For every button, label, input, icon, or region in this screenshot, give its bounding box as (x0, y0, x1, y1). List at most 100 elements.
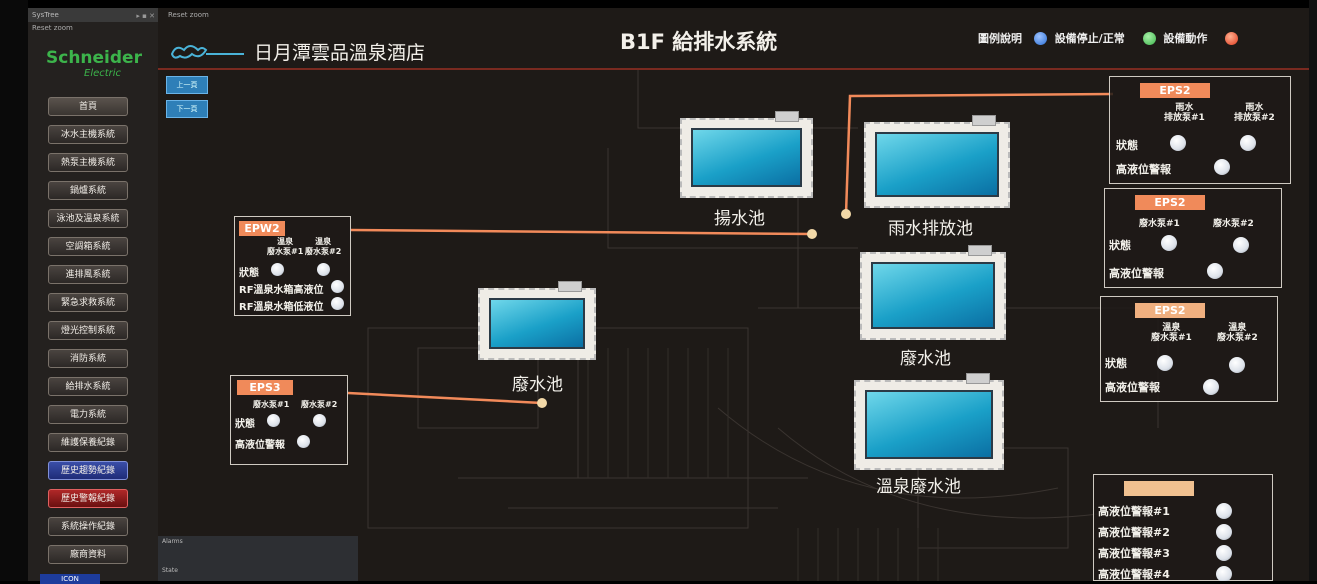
legend-normal-icon (1033, 31, 1047, 45)
alarm-list-item-3: 高液位警報#3 (1098, 547, 1170, 560)
tank-cap (558, 281, 582, 292)
tank-wastewater-2-label: 廢水池 (900, 349, 951, 369)
tank-cap (775, 111, 799, 122)
eps2-wastewater-pump1-status-icon[interactable] (1161, 235, 1177, 251)
alarm-list-item-2-icon[interactable] (1216, 524, 1232, 540)
tank-water (691, 128, 802, 187)
navigation-panel: SysTree ▸ ▪ ✕ Reset zoom Schneider Elect… (28, 8, 158, 584)
tank-water (489, 298, 585, 349)
page-header: 日月潭雲品溫泉酒店 B1F 給排水系統 圖例說明 設備停止/正常 設備動作 (158, 18, 1309, 70)
tank-wastewater-1-label: 廢水池 (512, 375, 563, 395)
tank-wastewater-1[interactable] (478, 281, 596, 360)
legend-running-text: 設備動作 (1163, 32, 1208, 45)
nav-pool-hotspring-system[interactable]: 泳池及溫泉系統 (48, 209, 128, 228)
bottom-logo: ICON (40, 574, 100, 584)
panel-window-controls[interactable]: ▸ ▪ ✕ (136, 9, 155, 23)
eps2-wastewater-alarm-label: 高液位警報 (1109, 267, 1164, 280)
eps-hotspring-pump1-status-icon[interactable] (1157, 355, 1173, 371)
tank-cap (966, 373, 990, 384)
eps3-pump1-status-icon[interactable] (267, 414, 280, 427)
tank-rainwater[interactable] (864, 115, 1010, 208)
tank-water (865, 390, 993, 459)
nav-chiller-system[interactable]: 冰水主機系統 (48, 125, 128, 144)
alarm-list-panel: 高液位警報#1 高液位警報#2 高液位警報#3 高液位警報#4 (1093, 474, 1273, 581)
eps2-rainwater-pump1-label: 雨水 排放泵#1 (1164, 103, 1205, 123)
eps2-rainwater-pump2-label: 雨水 排放泵#2 (1234, 103, 1275, 123)
alarms-bar: Alarms State (158, 536, 358, 581)
eps-hotspring-pump2-status-icon[interactable] (1229, 357, 1245, 373)
legend-label: 圖例說明 (978, 32, 1022, 45)
eps2-wastewater-status-label: 狀態 (1109, 239, 1131, 252)
epw2-pump2-label: 溫泉 廢水泵#2 (305, 237, 342, 256)
eps3-alarm-icon[interactable] (297, 435, 310, 448)
epw2-high-level-icon[interactable] (331, 280, 344, 293)
tank-cap (972, 115, 996, 126)
hotel-name: 日月潭雲品溫泉酒店 (254, 42, 426, 64)
eps3-panel: EPS3 廢水泵#1 廢水泵#2 狀態 高液位警報 (230, 375, 348, 465)
epw2-status-label: 狀態 (239, 268, 259, 279)
eps-hotspring-alarm-icon[interactable] (1203, 379, 1219, 395)
nav-home[interactable]: 首頁 (48, 97, 128, 116)
epw2-tag: EPW2 (239, 221, 285, 236)
alarm-list-item-3-icon[interactable] (1216, 545, 1232, 561)
nav-heat-pump-system[interactable]: 熱泵主機系統 (48, 153, 128, 172)
legend: 圖例說明 設備停止/正常 設備動作 (978, 30, 1242, 46)
eps-hotspring-pump2-label: 溫泉 廢水泵#2 (1217, 323, 1258, 343)
nav-history-alarm[interactable]: 歷史警報紀錄 (48, 489, 128, 508)
eps2-wastewater-pump2-label: 廢水泵#2 (1213, 219, 1254, 229)
eps2-rainwater-alarm-icon[interactable] (1214, 159, 1230, 175)
eps3-status-label: 狀態 (235, 419, 255, 430)
nav-maintenance-log[interactable]: 維護保養紀錄 (48, 433, 128, 452)
nav-fire-system[interactable]: 消防系統 (48, 349, 128, 368)
epw2-pump1-status-icon[interactable] (271, 263, 284, 276)
tank-rainwater-label: 雨水排放池 (888, 219, 973, 239)
eps2-rainwater-status-label: 狀態 (1116, 139, 1138, 152)
nav-emergency-system[interactable]: 緊急求救系統 (48, 293, 128, 312)
epw2-pump2-status-icon[interactable] (317, 263, 330, 276)
nav-history-trend[interactable]: 歷史趨勢紀錄 (48, 461, 128, 480)
alarm-list-item-4-icon[interactable] (1216, 566, 1232, 581)
eps2-wastewater-alarm-icon[interactable] (1207, 263, 1223, 279)
nav-water-system[interactable]: 給排水系統 (48, 377, 128, 396)
panel-subtitle[interactable]: Reset zoom (28, 22, 158, 34)
tank-water (871, 262, 995, 329)
monitor-bezel (0, 0, 28, 581)
epw2-high-level-label: RF溫泉水箱高液位 (239, 285, 324, 296)
alarms-title: Alarms (162, 538, 183, 545)
tank-hotspring-wastewater[interactable] (854, 373, 1004, 470)
eps3-tag: EPS3 (237, 380, 293, 395)
tank-lift-label: 揚水池 (714, 209, 765, 229)
tank-wastewater-2[interactable] (860, 245, 1006, 340)
prev-page-button[interactable]: 上一頁 (166, 76, 208, 94)
next-page-button[interactable]: 下一頁 (166, 100, 208, 118)
legend-alarm-icon (1225, 31, 1239, 45)
alarm-list-item-4: 高液位警報#4 (1098, 568, 1170, 581)
nav-lighting-system[interactable]: 燈光控制系統 (48, 321, 128, 340)
tank-lift[interactable] (680, 111, 813, 198)
nav-boiler-system[interactable]: 鍋爐系統 (48, 181, 128, 200)
epw2-low-level-icon[interactable] (331, 297, 344, 310)
nav-ahu-system[interactable]: 空調箱系統 (48, 237, 128, 256)
cloud-logo-icon (170, 45, 244, 59)
eps2-wastewater-pump2-status-icon[interactable] (1233, 237, 1249, 253)
nav-operation-log[interactable]: 系統操作紀錄 (48, 517, 128, 536)
eps2-wastewater-pump1-label: 廢水泵#1 (1139, 219, 1180, 229)
page-title: B1F 給排水系統 (620, 30, 778, 54)
alarm-list-item-2: 高液位警報#2 (1098, 526, 1170, 539)
eps2-rainwater-pump2-status-icon[interactable] (1240, 135, 1256, 151)
eps-hotspring-alarm-label: 高液位警報 (1105, 381, 1160, 394)
eps3-pump1-label: 廢水泵#1 (253, 400, 290, 409)
eps2-rainwater-tag: EPS2 (1140, 83, 1210, 98)
alarm-list-item-1-icon[interactable] (1216, 503, 1232, 519)
epw2-panel: EPW2 溫泉 廢水泵#1 溫泉 廢水泵#2 狀態 RF溫泉水箱高液位 RF溫泉… (234, 216, 351, 316)
nav-ventilation-system[interactable]: 進排風系統 (48, 265, 128, 284)
eps-hotspring-tag: EPS2 (1135, 303, 1205, 318)
eps3-pump2-status-icon[interactable] (313, 414, 326, 427)
eps2-rainwater-pump1-status-icon[interactable] (1170, 135, 1186, 151)
legend-running-icon (1142, 31, 1156, 45)
nav-vendor-info[interactable]: 廠商資料 (48, 545, 128, 564)
alarms-state-column[interactable]: State (162, 567, 178, 574)
eps2-rainwater-panel: EPS2 雨水 排放泵#1 雨水 排放泵#2 狀態 高液位警報 (1109, 76, 1291, 184)
nav-power-system[interactable]: 電力系統 (48, 405, 128, 424)
eps3-pump2-label: 廢水泵#2 (301, 400, 338, 409)
